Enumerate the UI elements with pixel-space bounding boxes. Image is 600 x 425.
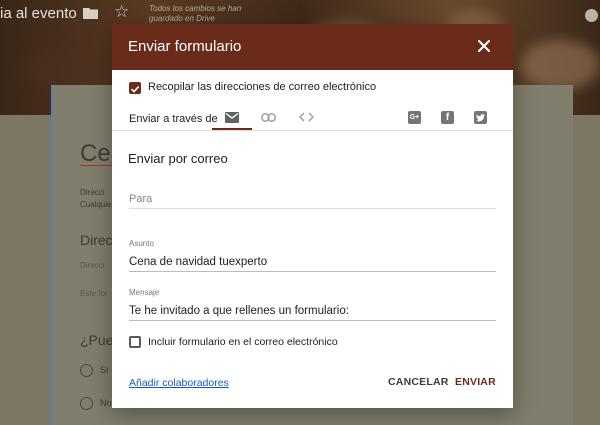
- subject-field-underline: [129, 271, 496, 272]
- form-title: ia al evento: [0, 5, 77, 22]
- tab-email[interactable]: [212, 104, 252, 130]
- section-title: Enviar por correo: [128, 151, 228, 166]
- embed-icon: [298, 112, 314, 122]
- send-button[interactable]: ENVIAR: [455, 376, 496, 388]
- palette-icon[interactable]: [585, 9, 598, 22]
- message-field-underline: [129, 320, 496, 321]
- tab-link[interactable]: [248, 104, 288, 130]
- subject-field[interactable]: Cena de navidad tuexperto: [129, 256, 267, 268]
- form-description-line: Direcci: [80, 188, 105, 197]
- to-field-underline: [129, 208, 496, 209]
- link-icon: [260, 112, 276, 122]
- dialog-title: Enviar formulario: [128, 38, 242, 55]
- form-description-line: Cualquie: [80, 200, 112, 209]
- message-label: Mensaje: [129, 288, 160, 297]
- message-field[interactable]: Te he invitado a que rellenes un formula…: [129, 305, 349, 317]
- facebook-icon[interactable]: f: [441, 111, 454, 124]
- include-form-label: Incluir formulario en el correo electrón…: [148, 336, 338, 348]
- twitter-bird-glyph: [476, 113, 485, 121]
- star-icon[interactable]: ☆: [114, 3, 129, 21]
- google-plus-icon[interactable]: G+: [408, 111, 421, 124]
- twitter-icon[interactable]: [474, 111, 487, 124]
- answer-hint: Direcci: [80, 261, 105, 270]
- subject-label: Asunto: [129, 239, 154, 248]
- to-field-placeholder[interactable]: Para: [129, 193, 152, 205]
- collect-emails-checkbox[interactable]: [129, 82, 141, 94]
- send-via-label: Enviar a través de: [129, 113, 218, 125]
- close-icon[interactable]: [476, 38, 492, 54]
- radio-option[interactable]: [80, 397, 93, 410]
- add-collaborators-link[interactable]: Añadir colaboradores: [129, 377, 229, 389]
- divider: [112, 130, 513, 131]
- option-label: No: [100, 398, 112, 408]
- checkmark-icon: [130, 86, 140, 93]
- folder-icon[interactable]: [83, 7, 98, 19]
- collect-emails-label: Recopilar las direcciones de correo elec…: [148, 81, 377, 93]
- email-icon: [225, 111, 239, 123]
- tab-embed[interactable]: [286, 104, 326, 130]
- radio-option[interactable]: [80, 364, 93, 377]
- dialog-header: Enviar formulario: [112, 24, 513, 70]
- option-label: Sí: [100, 365, 109, 375]
- cancel-button[interactable]: CANCELAR: [388, 376, 449, 388]
- save-status: Todos los cambios se han guardado en Dri…: [149, 4, 242, 23]
- include-form-checkbox[interactable]: [129, 336, 141, 348]
- spell-underline: [80, 165, 112, 166]
- answer-hint: Este for: [80, 289, 108, 298]
- send-form-dialog: Enviar formulario Recopilar las direccio…: [112, 24, 513, 408]
